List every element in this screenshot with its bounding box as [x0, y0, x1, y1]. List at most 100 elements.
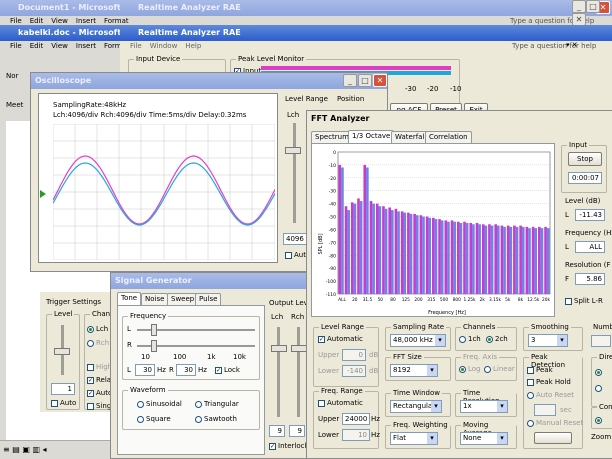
- wave-triangular-radio[interactable]: [195, 400, 202, 408]
- channel-1ch-radio[interactable]: [459, 335, 466, 343]
- freq-l-field[interactable]: 30: [135, 364, 155, 376]
- sampling-rate-select[interactable]: 48,000 kHz: [390, 334, 446, 347]
- maximize-icon[interactable]: □: [358, 74, 372, 87]
- trigger-auto-checkbox[interactable]: [51, 399, 58, 407]
- style-box[interactable]: Nor: [6, 72, 18, 80]
- output-l-thumb[interactable]: [271, 345, 287, 352]
- scope-display: SamplingRate:48kHz Lch:4096/div Rch:4096…: [38, 93, 278, 263]
- tab-tone[interactable]: Tone: [117, 292, 142, 305]
- fft-size-select[interactable]: 8192: [390, 364, 438, 377]
- freq-r-field[interactable]: 30: [176, 364, 196, 376]
- trigger-high-checkbox[interactable]: [87, 363, 94, 371]
- menu-view[interactable]: View: [51, 17, 68, 25]
- freq-upper-field[interactable]: 24000: [342, 413, 370, 425]
- freq-r-slider-thumb[interactable]: [151, 340, 157, 352]
- time-window-select[interactable]: Rectangular: [390, 400, 442, 413]
- menu-window-close[interactable]: ▾ ✕: [566, 41, 578, 49]
- level-slider-thumb[interactable]: [285, 147, 301, 154]
- moving-average-select[interactable]: None: [460, 432, 508, 445]
- level-lower-field[interactable]: -140: [342, 365, 366, 377]
- menu-help[interactable]: Help: [185, 42, 201, 50]
- split-lr-checkbox[interactable]: [565, 297, 572, 305]
- resolution-field: 5.86: [575, 273, 605, 285]
- freq-weighting-label: Freq. Weighting: [391, 421, 450, 429]
- tab-correlation[interactable]: Correlation: [425, 131, 472, 143]
- consistency-radio[interactable]: [595, 416, 602, 424]
- menu-edit[interactable]: Edit: [30, 17, 44, 25]
- trigger-level-label: Level: [52, 310, 75, 318]
- maximize-icon[interactable]: □: [586, 0, 600, 13]
- trigger-single-checkbox[interactable]: [87, 402, 94, 410]
- auto-reset-radio[interactable]: [527, 391, 534, 399]
- tab-pulse[interactable]: Pulse: [195, 293, 222, 305]
- level-upper-field[interactable]: 0: [342, 349, 366, 361]
- time-window-label: Time Window: [391, 389, 442, 397]
- peak-checkbox[interactable]: [527, 366, 534, 374]
- axis-log-radio[interactable]: [459, 365, 466, 373]
- level-value-field[interactable]: 4096: [283, 233, 307, 245]
- freq-r-field-label: R: [169, 366, 174, 374]
- direction-radio-2[interactable]: [595, 384, 602, 392]
- trigger-rch-radio[interactable]: [87, 339, 94, 347]
- peak-hold-checkbox[interactable]: [527, 378, 534, 386]
- freq-l-slider-thumb[interactable]: [151, 324, 157, 336]
- trigger-rch-label: Rch: [96, 339, 110, 347]
- minimize-icon[interactable]: _: [343, 74, 357, 87]
- output-r-thumb[interactable]: [291, 345, 307, 352]
- freq-lower-field[interactable]: 10: [342, 429, 370, 441]
- wave-sawtooth-radio[interactable]: [195, 415, 202, 423]
- menu-file[interactable]: File: [130, 42, 142, 50]
- wave-square-radio[interactable]: [137, 415, 144, 423]
- freq-automatic-checkbox[interactable]: [318, 399, 325, 407]
- view-buttons-icon[interactable]: ≡ ▤ ▣ ▥ ◂: [3, 445, 47, 454]
- level-automatic-checkbox[interactable]: ✓: [318, 335, 325, 343]
- freq-weighting-select[interactable]: Flat: [390, 432, 438, 445]
- menu-view[interactable]: View: [51, 42, 68, 50]
- tab-sweep[interactable]: Sweep: [167, 293, 199, 305]
- axis-linear-radio[interactable]: [484, 365, 491, 373]
- reset-button[interactable]: [534, 432, 572, 444]
- menu-file[interactable]: File: [10, 17, 22, 25]
- interlock-checkbox[interactable]: ✓: [269, 442, 276, 450]
- tab-third-octave[interactable]: 1/3 Octave: [348, 130, 395, 143]
- minimize-icon[interactable]: _: [572, 0, 586, 13]
- bar: [388, 207, 391, 294]
- manual-reset-radio[interactable]: [527, 419, 534, 427]
- lock-checkbox[interactable]: ✓: [215, 366, 222, 374]
- output-r-track[interactable]: [297, 327, 300, 417]
- help-question[interactable]: Type a question for help: [512, 42, 596, 50]
- wave-sinusoidal-radio[interactable]: [137, 400, 144, 408]
- trigger-level-thumb[interactable]: [54, 348, 70, 355]
- menu-edit[interactable]: Edit: [30, 42, 44, 50]
- trigger-marker-icon[interactable]: [40, 190, 46, 198]
- channel-2ch-radio[interactable]: [486, 335, 493, 343]
- font-box[interactable]: Meet: [6, 101, 23, 109]
- style-name: Nor: [6, 72, 19, 80]
- y-tick-label: 0: [333, 150, 336, 156]
- smoothing-select[interactable]: 3: [528, 334, 568, 347]
- output-l-field[interactable]: 9: [269, 425, 285, 437]
- menu-file[interactable]: File: [10, 42, 22, 50]
- tab-noise[interactable]: Noise: [141, 293, 169, 305]
- menu-window[interactable]: Window: [150, 42, 178, 50]
- trigger-level-field[interactable]: 1: [51, 383, 75, 395]
- reset-seconds-field[interactable]: [534, 404, 556, 416]
- menu-insert[interactable]: Insert: [76, 17, 96, 25]
- output-r-field[interactable]: 9: [289, 425, 305, 437]
- time-resolution-select[interactable]: 1x: [460, 400, 508, 413]
- output-l-track[interactable]: [277, 327, 280, 417]
- stop-button[interactable]: Stop: [568, 152, 602, 166]
- tab-spectrum[interactable]: Spectrum: [311, 131, 353, 143]
- close-icon[interactable]: ✕: [373, 74, 387, 87]
- level-slider-track[interactable]: [293, 123, 296, 223]
- trigger-lch-radio[interactable]: [87, 325, 94, 333]
- level-l-label: L: [565, 211, 569, 219]
- menu-insert[interactable]: Insert: [76, 42, 96, 50]
- bar: [357, 198, 360, 294]
- direction-radio-1[interactable]: [595, 368, 602, 376]
- trigger-rela-checkbox[interactable]: ✓: [87, 376, 94, 384]
- number-field[interactable]: [591, 335, 611, 347]
- x-tick-label: 20k: [542, 297, 550, 303]
- auto-checkbox[interactable]: [285, 251, 292, 259]
- trigger-auto2-checkbox[interactable]: ✓: [87, 389, 94, 397]
